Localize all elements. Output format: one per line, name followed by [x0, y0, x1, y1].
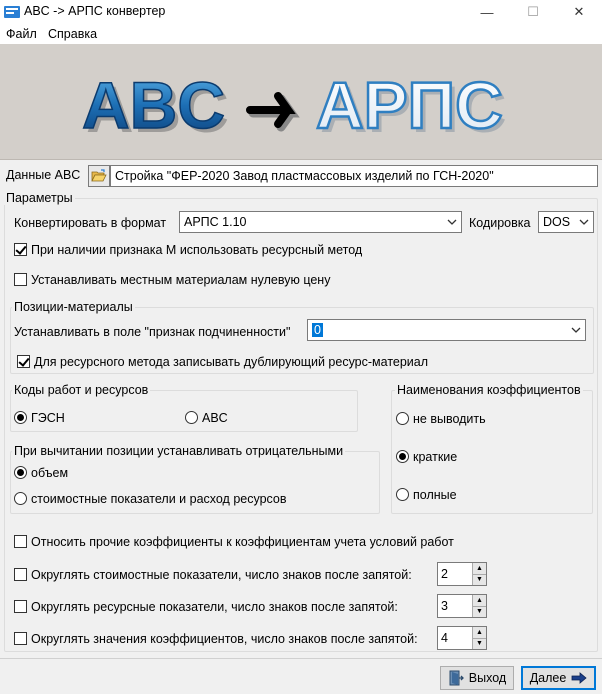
banner-right-text: АРПС [316, 68, 503, 142]
encoding-select[interactable]: DOS [538, 211, 594, 233]
codes-gesn-label: ГЭСН [31, 411, 65, 425]
coef-short-radio[interactable] [396, 450, 409, 463]
subtract-cost-label: стоимостные показатели и расход ресурсов [31, 492, 287, 506]
positions-title: Позиции-материалы [12, 300, 135, 314]
local-zero-label: Устанавливать местным материалам нулевую… [31, 273, 331, 287]
round-res-label: Округлять ресурсные показатели, число зн… [31, 600, 398, 614]
spin-up-icon[interactable]: ▲ [473, 627, 486, 639]
data-abc-field[interactable]: Стройка "ФЕР-2020 Завод пластмассовых из… [110, 165, 598, 187]
banner-left-text: ABC [82, 68, 225, 142]
other-coef-checkbox[interactable] [14, 535, 27, 548]
menu-file[interactable]: Файл [6, 27, 37, 41]
exit-button[interactable]: Выход [440, 666, 514, 690]
round-res-value: 3 [441, 599, 448, 613]
bottom-divider [0, 658, 602, 659]
coef-none-radio[interactable] [396, 412, 409, 425]
minimize-button[interactable]: — [464, 0, 510, 24]
round-res-spinner[interactable]: 3 ▲ ▼ [437, 594, 487, 618]
subordination-select[interactable]: 0 [307, 319, 586, 341]
coef-names-title: Наименования коэффициентов [395, 383, 583, 397]
chevron-down-icon [575, 219, 593, 225]
title-bar: ABC -> АРПС конвертер — ☐ ✕ [0, 0, 602, 24]
round-cost-label: Округлять стоимостные показатели, число … [31, 568, 412, 582]
spin-down-icon[interactable]: ▼ [473, 606, 486, 617]
spin-up-icon[interactable]: ▲ [473, 595, 486, 607]
local-zero-checkbox[interactable] [14, 273, 27, 286]
resource-method-label: При наличии признака М использовать ресу… [31, 243, 363, 257]
banner: ABC ABC АРПС АРПС [0, 44, 602, 160]
menu-bar: Файл Справка [0, 24, 602, 44]
subtract-volume-radio[interactable] [14, 466, 27, 479]
format-select[interactable]: АРПС 1.10 [179, 211, 462, 233]
round-cost-checkbox[interactable] [14, 568, 27, 581]
subtract-cost-radio[interactable] [14, 492, 27, 505]
banner-arrow-icon [246, 92, 300, 132]
window-title: ABC -> АРПС конвертер [24, 4, 166, 18]
subtract-title: При вычитании позиции устанавливать отри… [12, 444, 346, 458]
subtract-volume-label: объем [31, 466, 69, 480]
duplicate-checkbox[interactable] [17, 355, 30, 368]
data-abc-label: Данные ABC [6, 168, 81, 182]
banner-logo: ABC ABC АРПС АРПС [81, 68, 507, 144]
arrow-right-icon [571, 672, 587, 684]
duplicate-label: Для ресурсного метода записывать дублиру… [34, 355, 429, 369]
codes-abc-label: ABC [202, 411, 228, 425]
door-exit-icon [449, 670, 464, 686]
params-title: Параметры [4, 191, 75, 205]
round-coef-label: Округлять значения коэффициентов, число … [31, 632, 418, 646]
codes-title: Коды работ и ресурсов [12, 383, 151, 397]
other-coef-label: Относить прочие коэффициенты к коэффицие… [31, 535, 454, 549]
resource-method-checkbox[interactable] [14, 243, 27, 256]
folder-open-icon [91, 169, 107, 182]
next-button[interactable]: Далее [521, 666, 596, 690]
codes-abc-radio[interactable] [185, 411, 198, 424]
format-value: АРПС 1.10 [184, 215, 247, 229]
subordination-label: Устанавливать в поле "признак подчиненно… [14, 325, 291, 339]
format-label: Конвертировать в формат [14, 216, 167, 230]
subordination-value: 0 [312, 323, 323, 337]
spin-down-icon[interactable]: ▼ [473, 638, 486, 649]
round-coef-checkbox[interactable] [14, 632, 27, 645]
close-button[interactable]: ✕ [556, 0, 602, 24]
spin-up-icon[interactable]: ▲ [473, 563, 486, 575]
maximize-button[interactable]: ☐ [510, 0, 556, 24]
exit-label: Выход [468, 671, 507, 685]
coef-none-label: не выводить [413, 412, 486, 426]
coef-short-label: краткие [413, 450, 458, 464]
round-res-checkbox[interactable] [14, 600, 27, 613]
codes-gesn-radio[interactable] [14, 411, 27, 424]
coef-full-label: полные [413, 488, 457, 502]
chevron-down-icon [443, 219, 461, 225]
open-file-button[interactable] [88, 165, 110, 187]
menu-help[interactable]: Справка [48, 27, 97, 41]
coef-full-radio[interactable] [396, 488, 409, 501]
spin-down-icon[interactable]: ▼ [473, 574, 486, 585]
round-coef-value: 4 [441, 631, 448, 645]
app-icon [4, 6, 20, 18]
round-cost-spinner[interactable]: 2 ▲ ▼ [437, 562, 487, 586]
chevron-down-icon [567, 327, 585, 333]
round-coef-spinner[interactable]: 4 ▲ ▼ [437, 626, 487, 650]
next-label: Далее [529, 671, 567, 685]
round-cost-value: 2 [441, 567, 448, 581]
encoding-value: DOS [543, 215, 571, 229]
encoding-label: Кодировка [469, 216, 531, 230]
